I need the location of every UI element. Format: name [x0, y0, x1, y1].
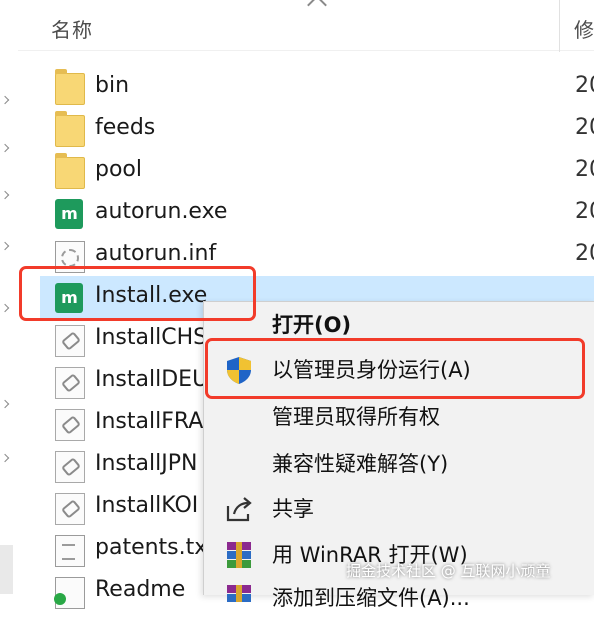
setup-file-icon: [55, 451, 85, 483]
column-date-header[interactable]: 修: [574, 14, 594, 43]
winrar-icon: [224, 540, 254, 570]
file-name: InstallDEU: [95, 367, 209, 392]
file-date: 20: [575, 73, 594, 98]
file-date: 20: [575, 157, 594, 182]
file-name: autorun.inf: [95, 241, 217, 266]
folder-icon: [55, 111, 85, 147]
text-file-icon: [55, 535, 85, 567]
chevron-right-icon[interactable]: [0, 95, 10, 105]
setup-file-icon: [55, 367, 85, 399]
file-name: InstallJPN: [95, 451, 198, 476]
setup-file-icon: [55, 409, 85, 441]
file-name: Readme: [95, 577, 186, 602]
file-name: feeds: [95, 115, 156, 140]
share-icon: [224, 494, 254, 524]
file-row-pool[interactable]: pool 20: [40, 150, 594, 192]
column-name-header[interactable]: 名称: [51, 14, 93, 43]
setup-file-icon: [55, 493, 85, 525]
menu-item-label: 共享: [272, 497, 314, 521]
file-row-feeds[interactable]: feeds 20: [40, 108, 594, 150]
file-name: patents.tx: [95, 535, 208, 560]
watermark: 掘金技术社区 @ 互联网小顽童: [346, 562, 551, 580]
chevron-right-icon[interactable]: [0, 241, 10, 251]
file-name: InstallFRA: [95, 409, 204, 434]
file-date: 20: [575, 115, 594, 140]
navigation-pane-edge: [0, 0, 18, 594]
menu-item-add-archive[interactable]: 添加到压缩文件(A)...: [204, 575, 594, 619]
file-name: InstallKOI: [95, 493, 199, 518]
column-header: 名称 修: [18, 0, 594, 52]
column-divider[interactable]: [559, 0, 560, 52]
menu-item-share[interactable]: 共享: [204, 486, 594, 530]
chevron-right-icon[interactable]: [0, 453, 10, 463]
app-exe-icon: m: [55, 199, 83, 229]
file-date: 20: [575, 241, 594, 266]
file-date: 20: [575, 199, 594, 224]
menu-item-label: 管理员取得所有权: [272, 405, 440, 429]
setup-file-icon: [55, 325, 85, 357]
menu-item-compat-troubleshoot[interactable]: 兼容性疑难解答(Y): [204, 441, 594, 485]
menu-item-take-ownership[interactable]: 管理员取得所有权: [204, 394, 594, 438]
sort-ascending-icon: [307, 0, 327, 15]
nav-scroll-area: [0, 545, 13, 594]
file-name: InstallCHS: [95, 325, 208, 350]
file-row-bin[interactable]: bin 20: [40, 66, 594, 108]
file-row-autorun-exe[interactable]: m autorun.exe 20: [40, 192, 594, 234]
folder-icon: [55, 69, 85, 105]
highlight-run-as-admin: [205, 338, 585, 399]
menu-item-label: 添加到压缩文件(A)...: [272, 586, 470, 610]
chevron-right-icon[interactable]: [0, 190, 10, 200]
menu-item-label: 打开(O): [272, 313, 352, 337]
chevron-right-icon[interactable]: [0, 303, 10, 313]
highlight-install-exe: [19, 266, 256, 321]
folder-icon: [55, 153, 85, 189]
file-name: pool: [95, 157, 142, 182]
winrar-icon: [224, 583, 254, 613]
file-name: autorun.exe: [95, 199, 228, 224]
file-name: bin: [95, 73, 130, 98]
menu-item-label: 兼容性疑难解答(Y): [272, 452, 449, 476]
readme-file-icon: [54, 577, 85, 609]
chevron-right-icon[interactable]: [0, 143, 10, 153]
chevron-right-icon[interactable]: [0, 399, 10, 409]
